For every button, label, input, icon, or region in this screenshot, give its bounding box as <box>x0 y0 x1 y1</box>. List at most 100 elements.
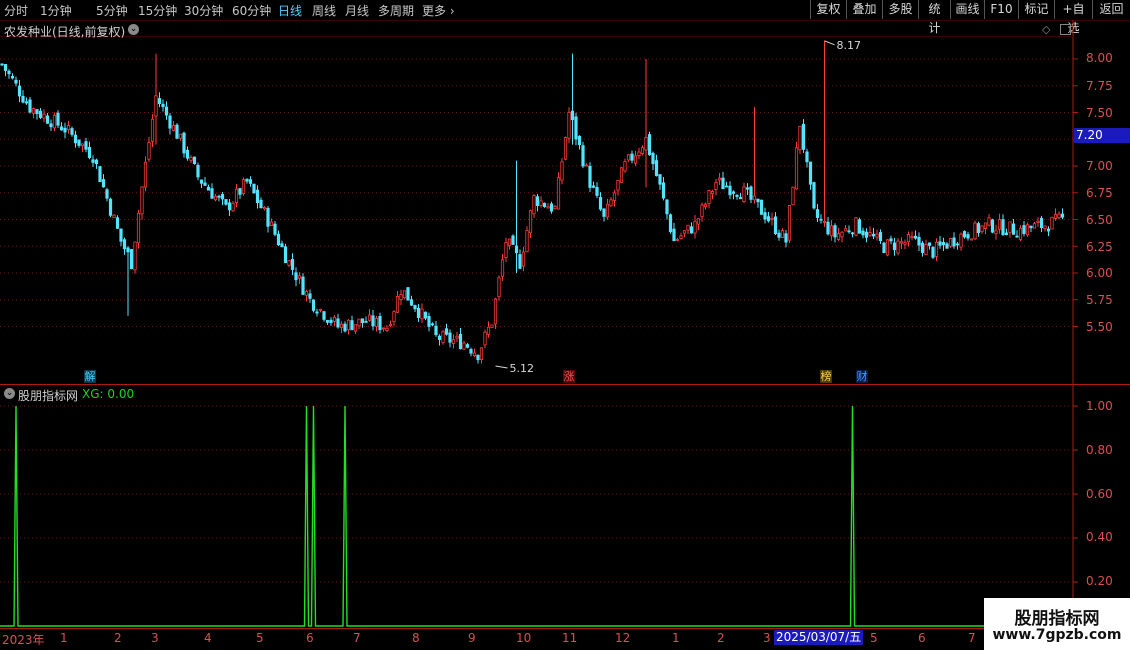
candle-body <box>168 115 172 129</box>
candle-body <box>364 320 368 323</box>
candle-body <box>1001 219 1005 236</box>
candle-body <box>1032 223 1037 229</box>
candle-body <box>157 98 162 104</box>
candle-body <box>353 324 358 332</box>
panel-toggle-icon[interactable] <box>1060 24 1071 35</box>
candle-body <box>259 199 263 209</box>
candle-body <box>399 294 403 300</box>
x-tick: 2 <box>114 631 122 645</box>
candle-body <box>329 319 333 324</box>
x-tick: 10 <box>516 631 532 645</box>
candle-body <box>182 132 186 154</box>
candle-body <box>273 223 277 235</box>
candle-body <box>794 147 799 190</box>
candle-body <box>682 230 687 234</box>
diamond-icon[interactable]: ◇ <box>1042 23 1050 36</box>
candle-body <box>486 326 491 335</box>
x-tick: 7 <box>353 631 361 645</box>
candle-body <box>868 232 872 236</box>
candle-body <box>315 311 319 314</box>
candle-body <box>808 161 813 185</box>
candle-body <box>87 146 92 158</box>
price-axis-label: 6.50 <box>1086 213 1113 227</box>
candle-body <box>287 260 291 266</box>
candle-body <box>686 224 690 231</box>
x-tick: 7 <box>968 631 976 645</box>
candle-body <box>367 314 372 321</box>
marker-limit-up[interactable]: 涨 <box>563 370 575 383</box>
chevron-down-icon[interactable]: ⌄ <box>128 24 139 35</box>
x-tick: 5 <box>870 631 878 645</box>
marker-finance[interactable]: 财 <box>856 370 868 383</box>
candle-body <box>147 142 151 160</box>
indicator-name[interactable]: 股朋指标网 <box>18 387 78 404</box>
candle-body <box>192 156 197 165</box>
candle-body <box>920 242 925 253</box>
x-tick: 1 <box>672 631 680 645</box>
candle-body <box>1060 213 1065 218</box>
x-tick: 4 <box>204 631 212 645</box>
candle-body <box>91 159 95 163</box>
candle-body <box>574 116 578 140</box>
candle-body <box>945 243 949 249</box>
candle-body <box>322 311 326 320</box>
candle-body <box>724 185 729 188</box>
candle-body <box>675 239 680 241</box>
candle-body <box>759 199 764 215</box>
chevron-down-icon[interactable]: ⌄ <box>4 388 15 399</box>
chart-title: 农发种业(日线,前复权) <box>4 25 126 39</box>
candle-body <box>941 242 946 246</box>
candle-body <box>0 63 4 66</box>
candle-body <box>84 141 88 150</box>
indicator-value: XG: 0.00 <box>82 387 135 401</box>
x-tick: 5 <box>256 631 264 645</box>
candle-body <box>140 186 144 215</box>
candle-body <box>780 230 785 238</box>
x-tick: 6 <box>306 631 314 645</box>
candle-body <box>136 212 141 244</box>
candle-body <box>297 275 302 279</box>
candle-body <box>899 241 904 244</box>
candle-body <box>801 123 806 150</box>
candle-body <box>959 233 963 248</box>
indicator-axis-label: 0.60 <box>1086 487 1113 501</box>
candle-body <box>252 183 256 194</box>
candle-body <box>357 318 361 327</box>
candle-body <box>528 210 533 234</box>
marker-dragon-list[interactable]: 榜 <box>820 370 832 383</box>
candle-body <box>175 124 179 139</box>
candle-body <box>238 188 242 195</box>
candle-body <box>280 243 284 248</box>
candle-body <box>854 217 858 236</box>
candle-body <box>962 231 967 238</box>
candle-body <box>241 179 246 195</box>
candle-body <box>784 233 788 243</box>
candle-body <box>451 339 456 344</box>
candle-body <box>262 207 267 210</box>
candle-body <box>931 246 935 258</box>
candle-body <box>119 228 123 242</box>
candle-body <box>476 354 480 361</box>
candle-body <box>738 197 743 200</box>
candle-body <box>24 101 29 104</box>
candle-body <box>994 230 998 234</box>
candle-body <box>220 194 225 200</box>
candle-body <box>567 111 571 139</box>
candle-body <box>35 109 39 115</box>
candle-body <box>1025 224 1030 236</box>
candle-body <box>833 225 837 238</box>
candle-body <box>301 276 305 295</box>
candle-body <box>644 137 648 151</box>
candle-body <box>609 199 613 207</box>
candle-body <box>630 153 634 161</box>
candle-body <box>178 133 183 139</box>
marker-unlock[interactable]: 解 <box>84 370 96 383</box>
candle-body <box>472 352 477 357</box>
candle-body <box>462 342 466 350</box>
x-tick: 2023年 <box>2 633 45 647</box>
candle-body <box>126 247 130 253</box>
candle-body <box>966 234 970 239</box>
candle-body <box>889 238 893 242</box>
candle-body <box>696 218 701 225</box>
candle-body <box>913 235 918 239</box>
